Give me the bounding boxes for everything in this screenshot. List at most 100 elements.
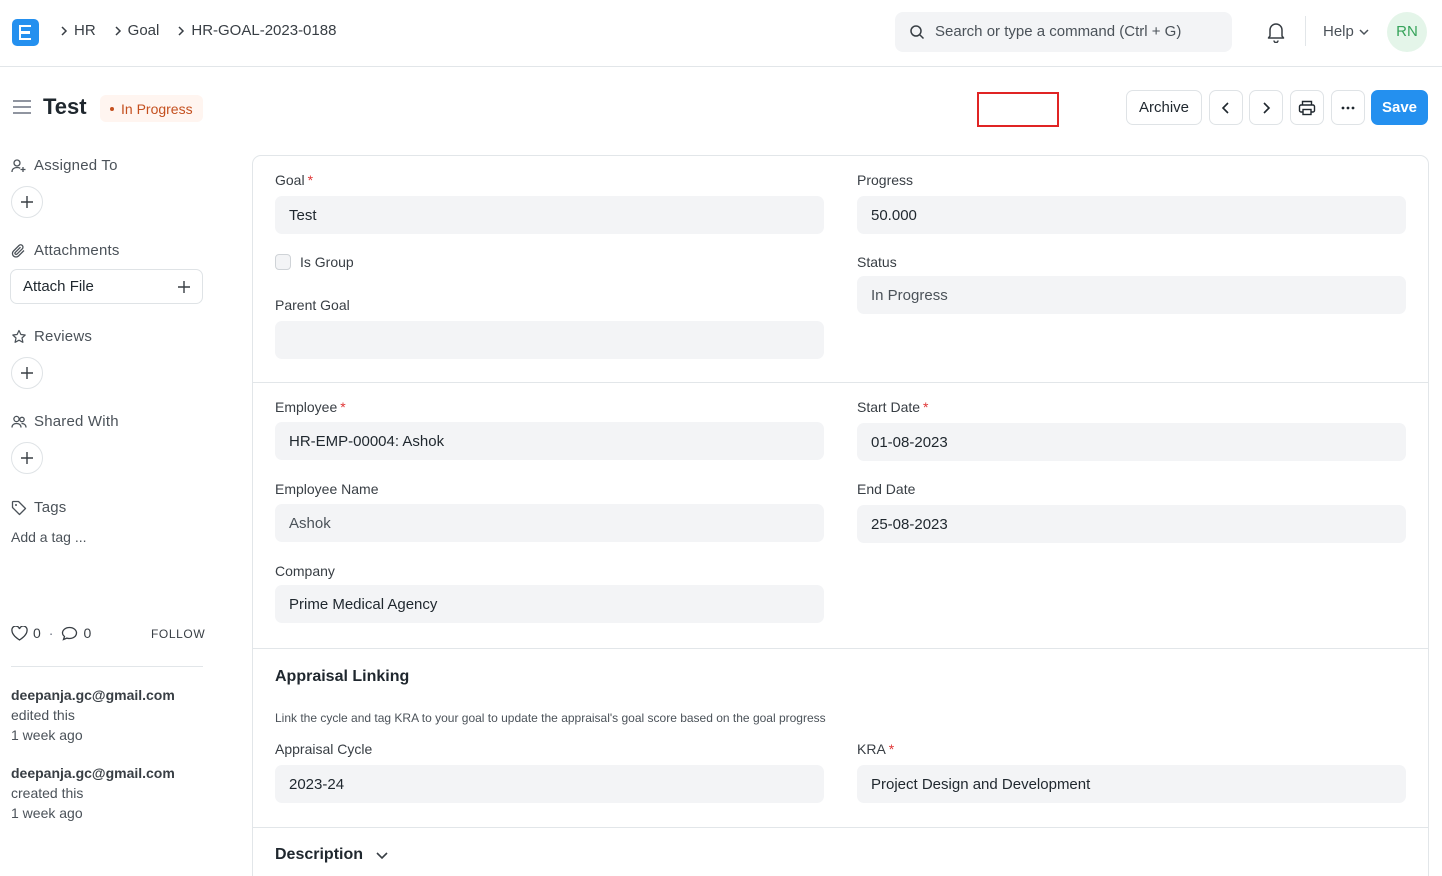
plus-icon bbox=[21, 196, 33, 208]
plus-icon bbox=[21, 452, 33, 464]
start-date-label: Start Date * bbox=[857, 399, 929, 415]
star-icon bbox=[12, 329, 26, 343]
user-plus-icon bbox=[11, 158, 26, 172]
reviews-label: Reviews bbox=[11, 328, 92, 345]
progress-label: Progress bbox=[857, 172, 914, 188]
hamburger-menu-icon[interactable] bbox=[12, 99, 32, 118]
activity-action: edited this bbox=[11, 707, 75, 723]
comment-icon[interactable] bbox=[61, 626, 78, 641]
save-button[interactable]: Save bbox=[1371, 90, 1428, 125]
section-divider bbox=[252, 827, 1429, 828]
chevron-left-icon bbox=[1221, 101, 1229, 114]
likes-comments: 0 · 0 bbox=[11, 625, 91, 641]
previous-record-button[interactable] bbox=[1209, 90, 1243, 125]
chevron-right-icon bbox=[54, 25, 74, 37]
description-title: Description bbox=[275, 846, 364, 863]
divider bbox=[1305, 16, 1306, 46]
goal-field[interactable]: Test bbox=[275, 196, 824, 234]
end-date-label: End Date bbox=[857, 481, 916, 497]
breadcrumb: HR Goal HR-GOAL-2023-0188 bbox=[54, 22, 348, 39]
follow-button[interactable]: FOLLOW bbox=[151, 627, 205, 641]
activity-user[interactable]: deepanja.gc@gmail.com bbox=[11, 685, 175, 705]
description-section-toggle[interactable]: Description bbox=[275, 846, 389, 864]
chevron-down-icon bbox=[1359, 23, 1369, 40]
end-date-field[interactable]: 25-08-2023 bbox=[857, 505, 1406, 543]
progress-field[interactable]: 50.000 bbox=[857, 196, 1406, 234]
archive-button[interactable]: Archive bbox=[1126, 90, 1202, 125]
separator-dot: · bbox=[48, 625, 54, 641]
app-logo[interactable] bbox=[12, 19, 39, 46]
activity-user[interactable]: deepanja.gc@gmail.com bbox=[11, 763, 175, 783]
tags-text: Tags bbox=[34, 499, 67, 516]
is-group-label: Is Group bbox=[300, 254, 354, 270]
add-tag-link[interactable]: Add a tag ... bbox=[11, 529, 87, 545]
goal-label: Goal * bbox=[275, 172, 314, 188]
paperclip-icon bbox=[11, 243, 25, 258]
shared-with-text: Shared With bbox=[34, 413, 119, 430]
search-bar[interactable]: Search or type a command (Ctrl + G) bbox=[895, 12, 1232, 52]
printer-icon bbox=[1298, 100, 1316, 115]
section-divider bbox=[252, 648, 1429, 649]
attach-file-button[interactable]: Attach File bbox=[10, 269, 203, 304]
help-dropdown[interactable]: Help bbox=[1323, 23, 1369, 40]
appraisal-linking-description: Link the cycle and tag KRA to your goal … bbox=[275, 711, 826, 725]
help-label: Help bbox=[1323, 23, 1354, 40]
attachments-label: Attachments bbox=[11, 242, 120, 259]
status-dot-icon bbox=[110, 106, 114, 111]
employee-label: Employee * bbox=[275, 399, 346, 415]
search-icon bbox=[909, 24, 925, 43]
attachments-text: Attachments bbox=[34, 242, 120, 259]
print-button[interactable] bbox=[1290, 90, 1324, 125]
breadcrumb-record[interactable]: HR-GOAL-2023-0188 bbox=[191, 22, 336, 39]
appraisal-cycle-field[interactable]: 2023-24 bbox=[275, 765, 824, 803]
add-assignee-button[interactable] bbox=[11, 186, 43, 218]
is-group-checkbox[interactable] bbox=[275, 254, 291, 270]
activity-item: deepanja.gc@gmail.com created this 1 wee… bbox=[11, 763, 175, 823]
kra-label: KRA * bbox=[857, 741, 895, 757]
heart-icon[interactable] bbox=[11, 625, 28, 641]
notification-bell-icon[interactable] bbox=[1266, 21, 1286, 46]
add-review-button[interactable] bbox=[11, 357, 43, 389]
chevron-right-icon bbox=[108, 25, 128, 37]
chevron-down-icon bbox=[376, 851, 388, 859]
breadcrumb-hr[interactable]: HR bbox=[74, 22, 96, 39]
employee-field[interactable]: HR-EMP-00004: Ashok bbox=[275, 422, 824, 460]
activity-item: deepanja.gc@gmail.com edited this 1 week… bbox=[11, 685, 175, 745]
add-share-button[interactable] bbox=[11, 442, 43, 474]
breadcrumb-goal[interactable]: Goal bbox=[128, 22, 160, 39]
activity-time: 1 week ago bbox=[11, 805, 83, 821]
assigned-to-text: Assigned To bbox=[34, 157, 118, 174]
avatar[interactable]: RN bbox=[1387, 12, 1427, 52]
kra-field[interactable]: Project Design and Development bbox=[857, 765, 1406, 803]
start-date-field[interactable]: 01-08-2023 bbox=[857, 423, 1406, 461]
company-field[interactable]: Prime Medical Agency bbox=[275, 585, 824, 623]
shared-with-label: Shared With bbox=[11, 413, 119, 430]
ellipsis-icon bbox=[1341, 106, 1355, 109]
navbar: HR Goal HR-GOAL-2023-0188 Search or type… bbox=[0, 0, 1442, 67]
users-icon bbox=[11, 415, 27, 428]
status-label: Status bbox=[857, 254, 897, 270]
appraisal-linking-title: Appraisal Linking bbox=[275, 668, 410, 685]
highlight-box bbox=[977, 92, 1059, 127]
parent-goal-field[interactable] bbox=[275, 321, 824, 359]
plus-icon bbox=[178, 280, 190, 293]
parent-goal-label: Parent Goal bbox=[275, 297, 350, 313]
status-field[interactable]: In Progress bbox=[857, 276, 1406, 314]
employee-name-field[interactable]: Ashok bbox=[275, 504, 824, 542]
next-record-button[interactable] bbox=[1249, 90, 1283, 125]
page-title: Test bbox=[43, 94, 87, 119]
more-options-button[interactable] bbox=[1331, 90, 1365, 125]
appraisal-cycle-label: Appraisal Cycle bbox=[275, 741, 373, 757]
employee-name-label: Employee Name bbox=[275, 481, 379, 497]
activity-action: created this bbox=[11, 785, 84, 801]
plus-icon bbox=[21, 367, 33, 379]
search-input[interactable]: Search or type a command (Ctrl + G) bbox=[935, 23, 1181, 40]
assigned-to-label: Assigned To bbox=[11, 157, 118, 174]
section-divider bbox=[252, 382, 1429, 383]
comments-count: 0 bbox=[83, 625, 92, 641]
divider bbox=[11, 666, 203, 667]
tags-label: Tags bbox=[11, 499, 67, 516]
attach-file-label: Attach File bbox=[23, 278, 94, 295]
company-label: Company bbox=[275, 563, 335, 579]
chevron-right-icon bbox=[1263, 101, 1271, 114]
